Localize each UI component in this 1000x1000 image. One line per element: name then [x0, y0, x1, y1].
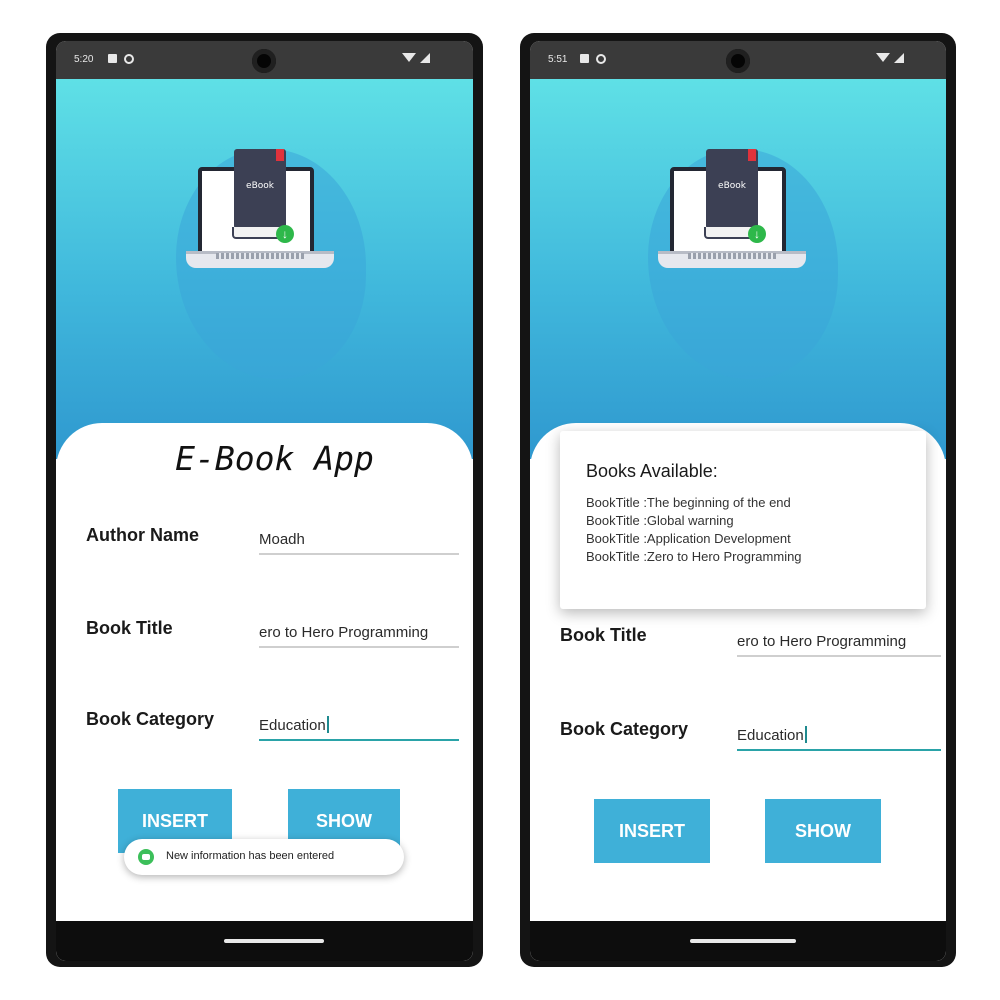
- book-category-label: Book Category: [560, 719, 689, 739]
- camera-icon: [726, 49, 750, 73]
- text-caret: [326, 716, 329, 733]
- books-available-dialog: Books Available: BookTitle :The beginnin…: [560, 431, 926, 609]
- book-category-value: Education: [259, 717, 326, 734]
- app-title: E-Book App: [175, 439, 374, 478]
- dialog-book-line: BookTitle :Zero to Hero Programming: [586, 549, 802, 564]
- laptop-keyboard: [216, 253, 304, 259]
- lock-icon: [580, 54, 589, 63]
- book-title-value: ero to Hero Programming: [737, 633, 907, 650]
- book-category-value: Education: [737, 727, 804, 744]
- hero-banner: eBook ↓: [530, 79, 946, 459]
- wifi-icon: [876, 53, 890, 62]
- ebook-cover-text: eBook: [246, 181, 274, 191]
- laptop-keyboard: [688, 253, 776, 259]
- insert-button[interactable]: INSERT: [594, 799, 710, 863]
- phone-right-bezel: 5:51 eBook ↓ Book Title ero to Hero Prog…: [530, 41, 946, 961]
- author-name-value: Moadh: [259, 531, 305, 548]
- ebook-ribbon: [276, 149, 284, 161]
- toast-app-icon: [138, 849, 154, 865]
- phone-left-bezel: 5:20 eBook ↓ E-Book App Author Name Moad…: [56, 41, 473, 961]
- download-icon: ↓: [748, 225, 766, 243]
- laptop-ebook-illustration: eBook ↓: [658, 149, 808, 299]
- status-time: 5:51: [548, 54, 568, 65]
- book-category-label: Book Category: [86, 709, 215, 729]
- navigation-bar: [56, 921, 473, 961]
- dialog-book-line: BookTitle :Application Development: [586, 531, 791, 546]
- do-not-disturb-icon: [596, 54, 606, 64]
- home-gesture-bar[interactable]: [224, 939, 324, 943]
- home-gesture-bar[interactable]: [690, 939, 796, 943]
- ebook-cover-text: eBook: [718, 181, 746, 191]
- dialog-book-line: BookTitle :The beginning of the end: [586, 495, 791, 510]
- signal-icon: [894, 53, 904, 63]
- signal-icon: [420, 53, 430, 63]
- status-bar: 5:51: [530, 41, 946, 79]
- text-caret: [804, 726, 807, 743]
- book-title-field[interactable]: ero to Hero Programming: [737, 629, 941, 657]
- download-icon: ↓: [276, 225, 294, 243]
- dialog-title: Books Available:: [586, 461, 718, 481]
- dialog-book-line: BookTitle :Global warning: [586, 513, 734, 528]
- form-card: E-Book App Author Name Moadh Book Title …: [56, 423, 473, 961]
- lock-icon: [108, 54, 117, 63]
- wifi-icon: [402, 53, 416, 62]
- phone-right: 5:51 eBook ↓ Book Title ero to Hero Prog…: [520, 33, 956, 967]
- camera-icon: [252, 49, 276, 73]
- author-name-field[interactable]: Moadh: [259, 527, 459, 555]
- book-category-field[interactable]: Education: [737, 723, 941, 751]
- do-not-disturb-icon: [124, 54, 134, 64]
- author-name-label: Author Name: [86, 525, 200, 545]
- screen-left: 5:20 eBook ↓ E-Book App Author Name Moad…: [56, 41, 473, 961]
- navigation-bar: [530, 921, 946, 961]
- book-title-field[interactable]: ero to Hero Programming: [259, 620, 459, 648]
- toast-text: New information has been entered: [166, 850, 335, 862]
- show-button[interactable]: SHOW: [765, 799, 881, 863]
- book-title-label: Book Title: [86, 618, 173, 638]
- book-title-value: ero to Hero Programming: [259, 624, 429, 641]
- book-title-label: Book Title: [560, 625, 647, 645]
- status-time: 5:20: [74, 54, 94, 65]
- phone-left: 5:20 eBook ↓ E-Book App Author Name Moad…: [46, 33, 483, 967]
- ebook-ribbon: [748, 149, 756, 161]
- laptop-ebook-illustration: eBook ↓: [186, 149, 336, 299]
- toast-message: New information has been entered: [124, 839, 404, 875]
- hero-banner: eBook ↓: [56, 79, 473, 459]
- screen-right: 5:51 eBook ↓ Book Title ero to Hero Prog…: [530, 41, 946, 961]
- book-category-field[interactable]: Education: [259, 713, 459, 741]
- status-bar: 5:20: [56, 41, 473, 79]
